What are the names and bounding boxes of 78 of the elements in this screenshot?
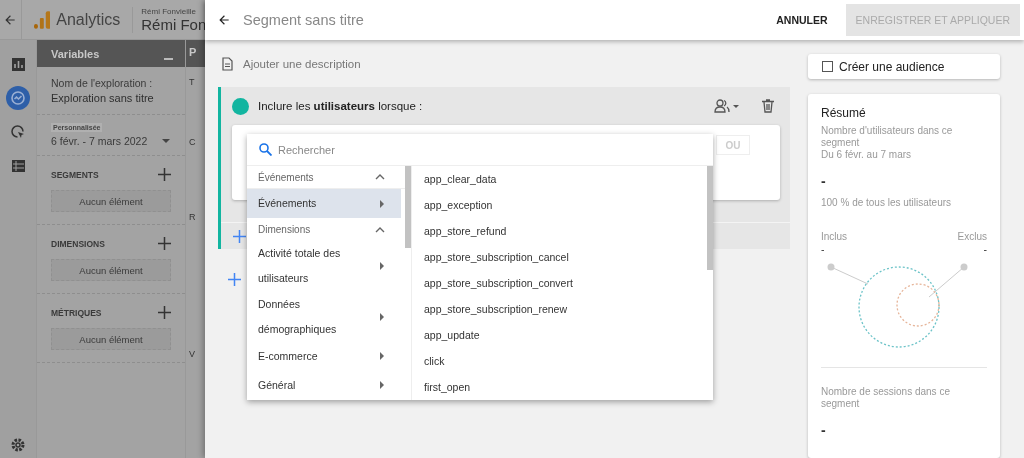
category-item[interactable]: Général xyxy=(247,370,401,400)
section-title: SEGMENTS xyxy=(51,169,99,180)
add-icon[interactable] xyxy=(233,229,246,243)
metric-value: - xyxy=(821,173,827,189)
summary-title: Résumé xyxy=(821,106,867,120)
app-title: Analytics xyxy=(56,10,121,29)
delete-icon[interactable] xyxy=(762,99,774,113)
category-item[interactable]: Données démographiques xyxy=(247,291,401,342)
date-range: Du 6 févr. au 7 mars xyxy=(821,149,913,161)
cursor-target-icon[interactable] xyxy=(10,124,26,140)
cancel-button[interactable]: ANNULER xyxy=(766,6,838,34)
back-arrow-icon[interactable] xyxy=(217,13,231,27)
status-dot xyxy=(232,97,249,115)
group-header[interactable]: Événements xyxy=(258,171,314,183)
group-header[interactable]: Dimensions xyxy=(258,224,311,236)
segment-title[interactable]: Segment sans titre xyxy=(243,12,767,28)
description-field[interactable]: Ajouter une description xyxy=(243,58,361,70)
logo-icon xyxy=(33,10,51,29)
submenu-arrow-icon xyxy=(377,198,387,209)
event-option[interactable]: app_clear_data xyxy=(412,166,707,192)
column-label: C xyxy=(188,136,197,149)
add-icon[interactable] xyxy=(158,306,171,319)
included-label: Inclus xyxy=(821,231,848,243)
submenu-arrow-icon xyxy=(377,261,387,272)
add-icon[interactable] xyxy=(158,168,171,181)
submenu-arrow-icon xyxy=(377,351,387,362)
column-label: V xyxy=(188,348,196,361)
account-name: Rémi Fonvieille xyxy=(141,6,197,16)
event-option[interactable]: app_update xyxy=(412,322,707,348)
checkbox[interactable] xyxy=(822,61,833,72)
bar-chart-icon[interactable] xyxy=(11,57,25,71)
condition-heading: Inclure les utilisateurs lorsque : xyxy=(258,100,424,112)
panel-title: Variables xyxy=(51,47,100,60)
users-dropdown-icon[interactable] xyxy=(714,99,740,113)
add-icon[interactable] xyxy=(228,272,241,286)
collapse-icon xyxy=(375,172,385,182)
metric-label: Nombre de sessions dans ce segment xyxy=(821,386,951,410)
event-option[interactable]: app_store_subscription_convert xyxy=(412,270,707,296)
drop-field[interactable]: Aucun élément xyxy=(51,328,171,350)
drop-field[interactable]: Aucun élément xyxy=(51,259,171,281)
submenu-arrow-icon xyxy=(377,311,387,322)
document-icon xyxy=(222,57,233,71)
property-name: Rémi Fon xyxy=(141,15,205,33)
event-option[interactable]: first_open xyxy=(412,374,707,400)
section-title: MÉTRIQUES xyxy=(51,307,102,318)
scrollbar[interactable] xyxy=(405,166,411,248)
column-label: R xyxy=(188,211,197,224)
exploration-name[interactable]: Exploration sans titre xyxy=(51,92,171,104)
excluded-label: Exclus xyxy=(957,231,987,243)
search-field[interactable]: Rechercher xyxy=(278,143,335,156)
scrollbar[interactable] xyxy=(707,166,713,270)
field-label: Nom de l'exploration : xyxy=(51,77,154,89)
drop-field[interactable]: Aucun élément xyxy=(51,190,171,212)
event-option[interactable]: app_store_subscription_cancel xyxy=(412,244,707,270)
minimize-icon[interactable] xyxy=(164,57,173,60)
section-title: DIMENSIONS xyxy=(51,238,105,249)
date-range[interactable]: 6 févr. - 7 mars 2022 xyxy=(51,135,148,147)
column-title: P xyxy=(186,40,205,67)
event-option[interactable]: app_exception xyxy=(412,192,707,218)
list-icon[interactable] xyxy=(11,160,25,172)
excluded-value: - xyxy=(983,243,987,255)
event-option[interactable]: click xyxy=(412,348,707,374)
metric-value: - xyxy=(821,422,827,438)
column-label: T xyxy=(188,76,196,89)
metric-label: Nombre d'utilisateurs dans ce segment xyxy=(821,125,954,149)
add-icon[interactable] xyxy=(158,237,171,250)
explore-icon[interactable] xyxy=(10,90,26,106)
search-icon xyxy=(259,143,272,156)
submenu-arrow-icon xyxy=(377,380,387,391)
share-text: 100 % de tous les utilisateurs xyxy=(821,197,953,209)
dropdown-caret-icon xyxy=(161,136,171,146)
event-option[interactable]: app_store_subscription_renew xyxy=(412,296,707,322)
category-item[interactable]: Activité totale des utilisateurs xyxy=(247,241,401,292)
included-value: - xyxy=(821,243,825,255)
category-item[interactable]: E-commerce xyxy=(247,341,401,371)
settings-icon[interactable] xyxy=(11,438,25,452)
event-option[interactable]: app_store_refund xyxy=(412,218,707,244)
category-item[interactable]: Événements xyxy=(247,189,401,219)
